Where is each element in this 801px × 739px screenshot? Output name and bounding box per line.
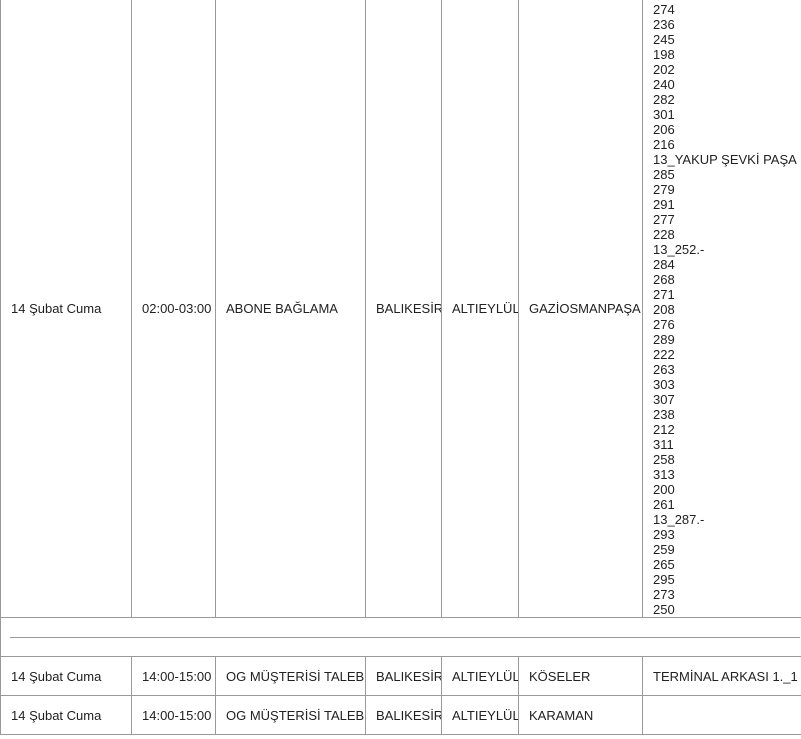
street-item: 206 (653, 122, 675, 137)
street-item: 268 (653, 272, 675, 287)
street-cell (642, 695, 801, 735)
street-item: 238 (653, 407, 675, 422)
street-item: 273 (653, 587, 675, 602)
street-item: 274 (653, 2, 675, 17)
street-item: 261 (653, 497, 675, 512)
separator-cell (0, 617, 801, 657)
reason-cell: OG MÜŞTERİSİ TALEBİ (215, 656, 366, 696)
outage-table: 14 Şubat Cuma 02:00-03:00 ABONE BAĞLAMA … (0, 0, 801, 735)
street-item: 13_252.- (653, 242, 705, 257)
district-cell: ALTIEYLÜL (441, 656, 519, 696)
time-cell: 14:00-15:00 (131, 695, 216, 735)
separator-line (10, 637, 800, 638)
street-cell: TERMİNAL ARKASI 1._1 (642, 656, 801, 696)
neighborhood-cell: GAZİOSMANPAŞA (518, 0, 643, 618)
street-item: 289 (653, 332, 675, 347)
neighborhood-cell: KARAMAN (518, 695, 643, 735)
outage-table-viewport: 14 Şubat Cuma 02:00-03:00 ABONE BAĞLAMA … (0, 0, 801, 739)
street-item: 228 (653, 227, 675, 242)
street-item: 236 (653, 17, 675, 32)
street-item: 277 (653, 212, 675, 227)
street-item: 216 (653, 137, 675, 152)
street-item: 200 (653, 482, 675, 497)
street-item: 13_YAKUP ŞEVKİ PAŞA (653, 152, 797, 167)
district-cell: ALTIEYLÜL (441, 695, 519, 735)
separator-row (0, 617, 801, 657)
reason-cell: OG MÜŞTERİSİ TALEBİ (215, 695, 366, 735)
street-item: 303 (653, 377, 675, 392)
street-item: 245 (653, 32, 675, 47)
date-cell: 14 Şubat Cuma (0, 656, 132, 696)
street-item: 250 (653, 602, 675, 617)
street-item: 202 (653, 62, 675, 77)
time-cell: 14:00-15:00 (131, 656, 216, 696)
street-item: 271 (653, 287, 675, 302)
street-item: 208 (653, 302, 675, 317)
street-item: 258 (653, 452, 675, 467)
province-cell: BALIKESİR (365, 656, 442, 696)
street-item: 307 (653, 392, 675, 407)
street-item: 279 (653, 182, 675, 197)
street-item: 301 (653, 107, 675, 122)
time-cell: 02:00-03:00 (131, 0, 216, 618)
street-item: 284 (653, 257, 675, 272)
street-item: 198 (653, 47, 675, 62)
street-item: 295 (653, 572, 675, 587)
neighborhood-cell: KÖSELER (518, 656, 643, 696)
street-item: 313 (653, 467, 675, 482)
street-item: 222 (653, 347, 675, 362)
street-item: 265 (653, 557, 675, 572)
street-item: 13_287.- (653, 512, 705, 527)
table-row: 14 Şubat Cuma 14:00-15:00 OG MÜŞTERİSİ T… (0, 656, 801, 696)
table-row: 14 Şubat Cuma 02:00-03:00 ABONE BAĞLAMA … (0, 0, 801, 618)
street-item: 259 (653, 542, 675, 557)
street-item: 240 (653, 77, 675, 92)
street-item: 282 (653, 92, 675, 107)
streets-cell: 274 236 245 198 202 240 282 301 206 216 13_YAKUP Ş… (642, 0, 801, 618)
date-cell: 14 Şubat Cuma (0, 0, 132, 618)
street-item: 212 (653, 422, 675, 437)
date-cell: 14 Şubat Cuma (0, 695, 132, 735)
street-item: 293 (653, 527, 675, 542)
district-cell: ALTIEYLÜL (441, 0, 519, 618)
province-cell: BALIKESİR (365, 695, 442, 735)
province-cell: BALIKESİR (365, 0, 442, 618)
street-item: 311 (653, 437, 674, 452)
street-list: 274 236 245 198 202 240 282 301 206 216 13_YAKUP Ş… (653, 2, 797, 617)
street-item: 285 (653, 167, 675, 182)
reason-cell: ABONE BAĞLAMA (215, 0, 366, 618)
street-item: 263 (653, 362, 675, 377)
table-row: 14 Şubat Cuma 14:00-15:00 OG MÜŞTERİSİ T… (0, 695, 801, 735)
street-item: 291 (653, 197, 675, 212)
street-item: 276 (653, 317, 675, 332)
